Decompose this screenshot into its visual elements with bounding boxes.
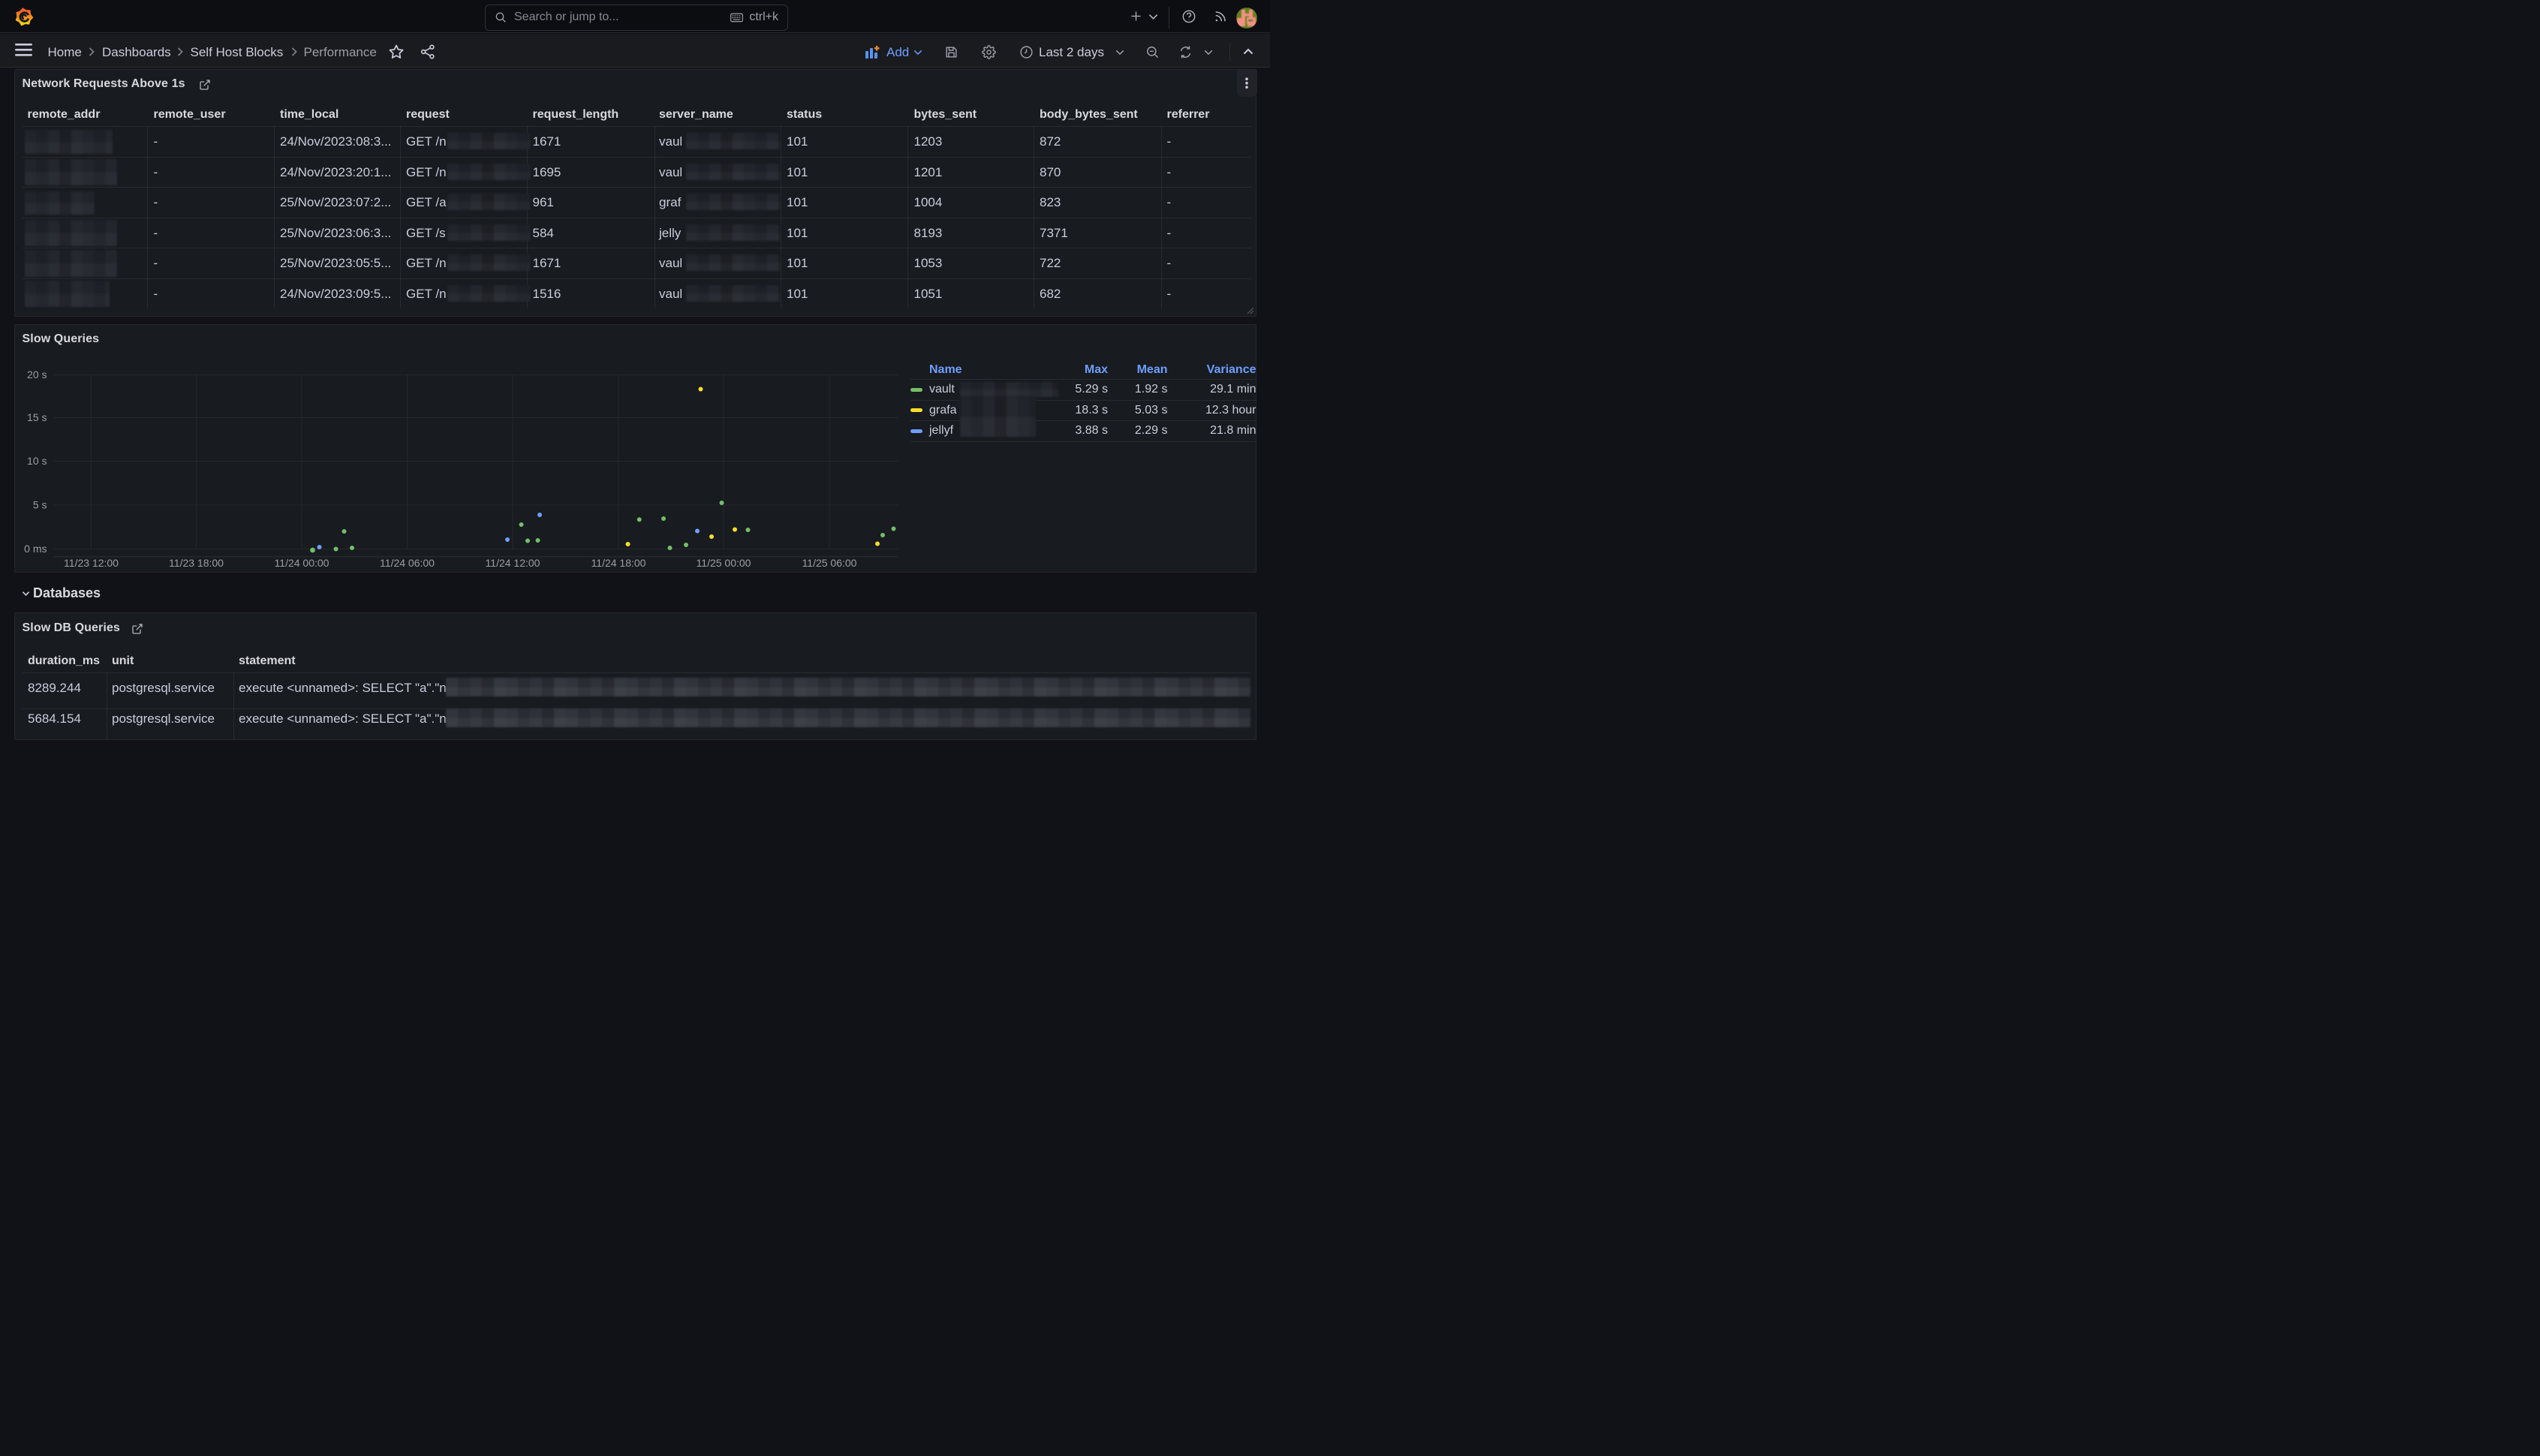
- svg-text:11/24 00:00: 11/24 00:00: [274, 557, 329, 569]
- svg-text:11/24 12:00: 11/24 12:00: [485, 557, 540, 569]
- svg-text:0 ms: 0 ms: [24, 543, 47, 555]
- svg-text:5 s: 5 s: [32, 499, 47, 511]
- svg-text:11/23 12:00: 11/23 12:00: [64, 557, 119, 569]
- svg-text:11/24 06:00: 11/24 06:00: [380, 557, 435, 569]
- svg-text:11/25 00:00: 11/25 00:00: [696, 557, 751, 569]
- svg-text:10 s: 10 s: [27, 455, 47, 467]
- svg-text:15 s: 15 s: [27, 411, 47, 423]
- svg-text:20 s: 20 s: [27, 369, 47, 381]
- svg-text:11/23 18:00: 11/23 18:00: [169, 557, 224, 569]
- svg-text:11/25 06:00: 11/25 06:00: [802, 557, 856, 569]
- svg-text:11/24 18:00: 11/24 18:00: [591, 557, 646, 569]
